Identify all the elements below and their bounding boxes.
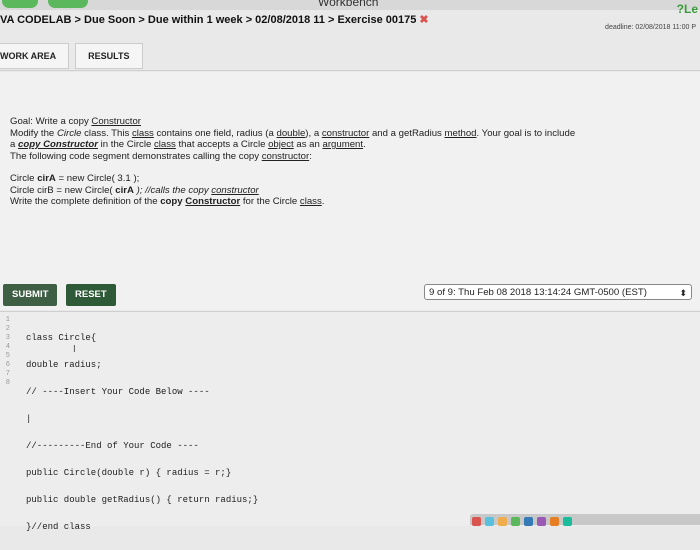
line-number: 6 xyxy=(5,361,10,369)
next-nav-button[interactable] xyxy=(48,0,88,8)
tab-work-area[interactable]: WORK AREA xyxy=(0,43,70,69)
line-number: 7 xyxy=(5,370,10,378)
tab-results[interactable]: RESULTS xyxy=(75,43,143,69)
window-title: Workbench xyxy=(318,0,379,9)
breadcrumb-path[interactable]: VA CODELAB > Due Soon > Due within 1 wee… xyxy=(0,14,416,26)
code-line[interactable]: public double getRadius() { return radiu… xyxy=(26,496,258,505)
line-number: 8 xyxy=(5,379,10,387)
goal-line-4: Write the complete definition of the cop… xyxy=(10,196,325,207)
code-line[interactable]: | xyxy=(26,415,258,424)
line-number-gutter: 1 2 3 4 5 6 7 8 xyxy=(0,316,10,388)
text-cursor-icon: I xyxy=(73,344,76,355)
submission-select-value: 9 of 9: Thu Feb 08 2018 13:14:24 GMT-050… xyxy=(429,287,647,298)
deadline-text: deadline: 02/08/2018 11:00 P xyxy=(605,24,696,31)
code-line[interactable]: double radius; xyxy=(26,361,258,370)
reset-button[interactable]: RESET xyxy=(66,284,116,306)
help-link[interactable]: ?Le xyxy=(677,2,698,16)
submit-button[interactable]: SUBMIT xyxy=(3,284,58,306)
close-icon[interactable]: ✖ xyxy=(419,14,428,26)
divider xyxy=(0,70,700,71)
code-example-1: Circle cirA = new Circle( 3.1 ); xyxy=(10,173,140,184)
goal-line-3: The following code segment demonstrates … xyxy=(10,150,312,162)
submission-select[interactable]: 9 of 9: Thu Feb 08 2018 13:14:24 GMT-050… xyxy=(424,284,692,300)
code-line[interactable]: public Circle(double r) { radius = r;} xyxy=(26,469,258,478)
dock xyxy=(470,514,700,526)
line-number: 5 xyxy=(5,352,10,360)
code-example-2: Circle cirB = new Circle( cirA ); //call… xyxy=(10,184,259,196)
updown-arrows-icon: ⬍ xyxy=(679,288,687,298)
code-line[interactable]: // ----Insert Your Code Below ---- xyxy=(26,388,258,397)
code-line[interactable]: //---------End of Your Code ---- xyxy=(26,442,258,451)
line-number: 3 xyxy=(5,334,10,342)
line-number: 1 xyxy=(5,316,10,324)
code-line[interactable]: class Circle{ xyxy=(26,334,258,343)
breadcrumb: VA CODELAB > Due Soon > Due within 1 wee… xyxy=(0,13,429,26)
code-lines[interactable]: class Circle{ double radius; // ----Inse… xyxy=(26,316,258,550)
code-editor[interactable]: 1 2 3 4 5 6 7 8 class Circle{ double rad… xyxy=(0,311,700,532)
action-bar: SUBMIT RESET 9 of 9: Thu Feb 08 2018 13:… xyxy=(0,282,700,310)
instructions-panel: Goal: Write a copy Constructor Modify th… xyxy=(0,72,700,282)
code-line[interactable]: }//end class xyxy=(26,523,258,532)
goal-title: Goal: Write a copy Constructor xyxy=(10,116,141,127)
back-nav-button[interactable] xyxy=(2,0,38,8)
goal-text: Goal: Write a copy Constructor Modify th… xyxy=(10,116,690,208)
goal-line-2: a copy Constructor in the Circle class t… xyxy=(10,139,366,150)
line-number: 4 xyxy=(5,343,10,351)
tab-bar: WORK AREA RESULTS xyxy=(0,43,149,69)
goal-line-1: Modify the Circle class. This class cont… xyxy=(10,127,576,139)
line-number: 2 xyxy=(5,325,10,333)
